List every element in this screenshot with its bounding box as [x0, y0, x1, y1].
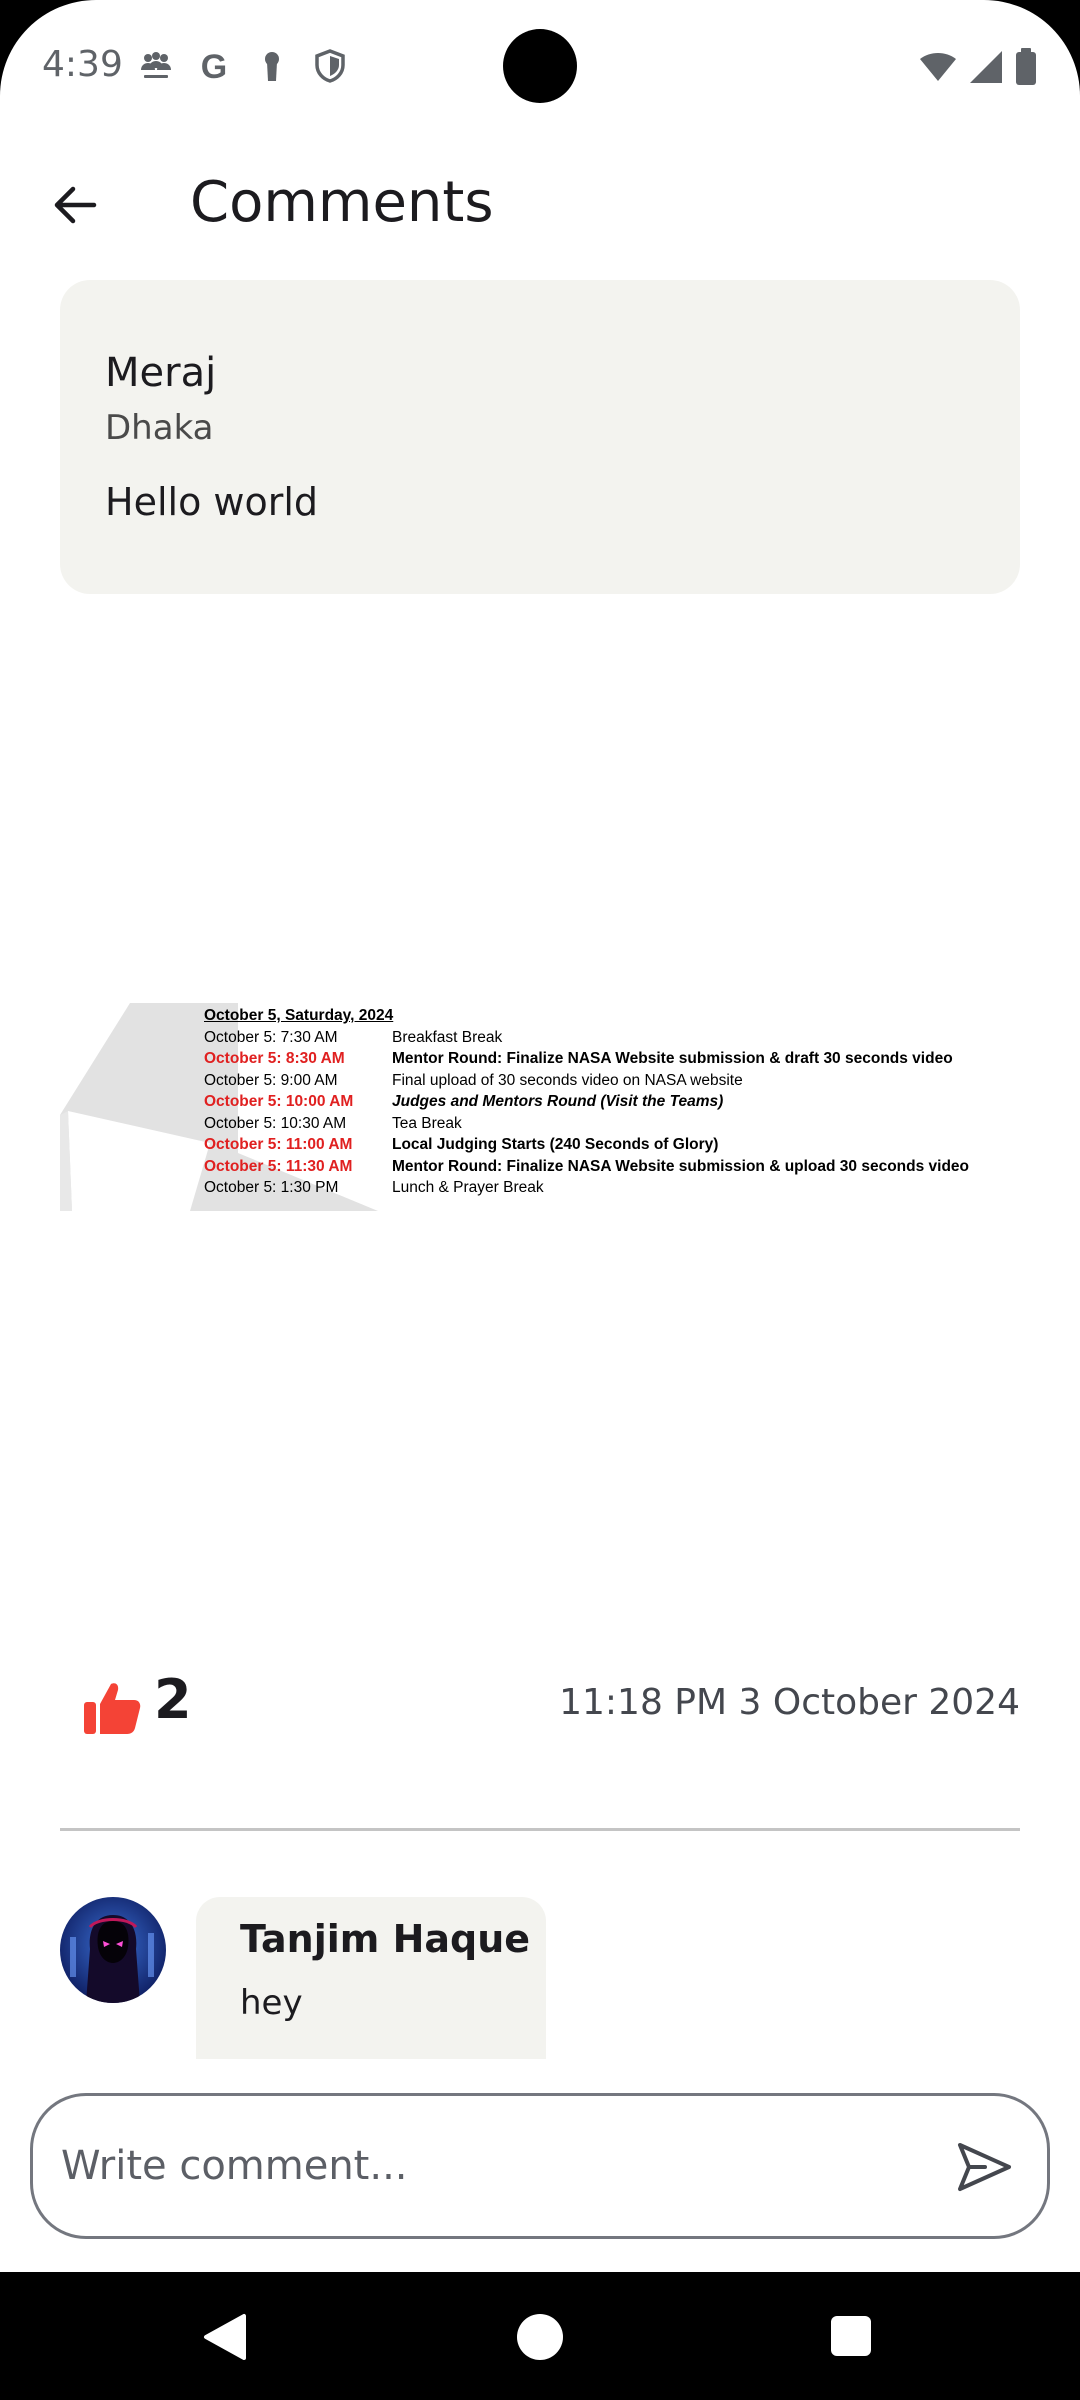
- schedule-description: Tea Break: [392, 1114, 462, 1132]
- system-navigation-bar: [0, 2272, 1080, 2400]
- back-button[interactable]: [40, 170, 110, 240]
- send-button[interactable]: [951, 2134, 1017, 2200]
- svg-text:G: G: [201, 48, 227, 84]
- schedule-text: October 5, Saturday, 2024 October 5: 7:3…: [204, 1005, 1020, 1199]
- comment-author[interactable]: Tanjim Haque: [240, 1917, 530, 1961]
- schedule-time: October 5: 9:00 AM: [204, 1071, 338, 1089]
- comment-composer: [30, 2093, 1050, 2239]
- schedule-rows: October 5: 7:30 AM Breakfast Break October…: [204, 1027, 1020, 1199]
- schedule-row: October 5: 10:30 AM Tea Break: [204, 1113, 1020, 1135]
- schedule-row: October 5: 8:30 AM Mentor Round: Finalize…: [204, 1048, 1020, 1070]
- comment-input[interactable]: [61, 2126, 941, 2206]
- wifi-icon: [918, 49, 958, 90]
- post-text: Hello world: [105, 480, 319, 524]
- schedule-row: October 5: 7:30 AM Breakfast Break: [204, 1027, 1020, 1049]
- schedule-description: Mentor Round: Finalize NASA Website subm…: [392, 1157, 970, 1175]
- schedule-row: October 5: 11:30 AM Mentor Round: Finaliz…: [204, 1156, 1020, 1178]
- nav-home-button[interactable]: [517, 2314, 563, 2360]
- schedule-time: October 5: 1:30 PM: [204, 1179, 339, 1196]
- like-button[interactable]: [82, 1680, 142, 1736]
- schedule-heading: October 5, Saturday, 2024: [204, 1007, 394, 1024]
- schedule-description: Lunch & Prayer Break: [392, 1179, 544, 1196]
- schedule-row: October 5: 9:00 AM Final upload of 30 sec…: [204, 1070, 1020, 1092]
- schedule-description: Judges and Mentors Round (Visit the Team…: [392, 1093, 724, 1110]
- schedule-row: October 5: 1:30 PM Lunch & Prayer Break: [204, 1177, 1020, 1199]
- camera-cutout: [503, 29, 577, 103]
- nav-recents-button[interactable]: [831, 2316, 871, 2356]
- schedule-time: October 5: 11:00 AM: [204, 1136, 353, 1153]
- post-location: Dhaka: [105, 408, 214, 448]
- teams-icon: [138, 48, 174, 84]
- keyhole-icon: [254, 48, 290, 84]
- shield-icon: [312, 48, 348, 84]
- comment-text: hey: [240, 1983, 303, 2023]
- schedule-row: October 5: 10:00 AM Judges and Mentors Ro…: [204, 1091, 1020, 1113]
- page-title: Comments: [190, 170, 494, 235]
- arrow-back-icon: [54, 186, 97, 224]
- signal-icon: [968, 49, 1004, 90]
- schedule-description: Breakfast Break: [392, 1028, 503, 1046]
- avatar[interactable]: [60, 1897, 166, 2003]
- divider: [60, 1828, 1020, 1831]
- post-timestamp: 11:18 PM 3 October 2024: [559, 1682, 1020, 1723]
- post-card: Meraj Dhaka Hello world: [60, 280, 1020, 594]
- status-time: 4:39: [42, 44, 123, 85]
- nav-back-icon[interactable]: [200, 2312, 250, 2362]
- app-screen: 4:39 G Comments Meraj Dhaka Hello world …: [0, 0, 1080, 2272]
- avatar-image: [60, 1897, 166, 2003]
- like-count: 2: [154, 1668, 192, 1731]
- schedule-time: October 5: 10:30 AM: [204, 1114, 347, 1132]
- schedule-time: October 5: 10:00 AM: [204, 1093, 354, 1110]
- google-icon: G: [196, 48, 232, 86]
- comment-bubble: Tanjim Haque hey: [196, 1897, 546, 2059]
- schedule-description: Mentor Round: Finalize NASA Website subm…: [392, 1050, 953, 1067]
- schedule-time: October 5: 8:30 AM: [204, 1050, 345, 1067]
- schedule-time: October 5: 7:30 AM: [204, 1028, 338, 1046]
- schedule-description: Final upload of 30 seconds video on NASA…: [392, 1071, 743, 1089]
- schedule-time: October 5: 11:30 AM: [204, 1157, 353, 1175]
- schedule-description: Local Judging Starts (240 Seconds of Glo…: [392, 1136, 719, 1153]
- send-icon: [958, 2143, 1011, 2191]
- reaction-row: 2 11:18 PM 3 October 2024: [60, 1660, 1020, 1740]
- post-image[interactable]: October 5, Saturday, 2024 October 5: 7:3…: [60, 1003, 1020, 1211]
- post-author[interactable]: Meraj: [105, 350, 216, 396]
- status-bar: 4:39 G: [0, 0, 1080, 134]
- system-icons: [918, 48, 1038, 91]
- notification-icons: G: [138, 48, 348, 86]
- thumbs-up-icon: [84, 1683, 141, 1734]
- top-app-bar: Comments: [0, 150, 1080, 260]
- schedule-row: October 5: 11:00 AM Local Judging Starts …: [204, 1134, 1020, 1156]
- battery-icon: [1014, 48, 1038, 91]
